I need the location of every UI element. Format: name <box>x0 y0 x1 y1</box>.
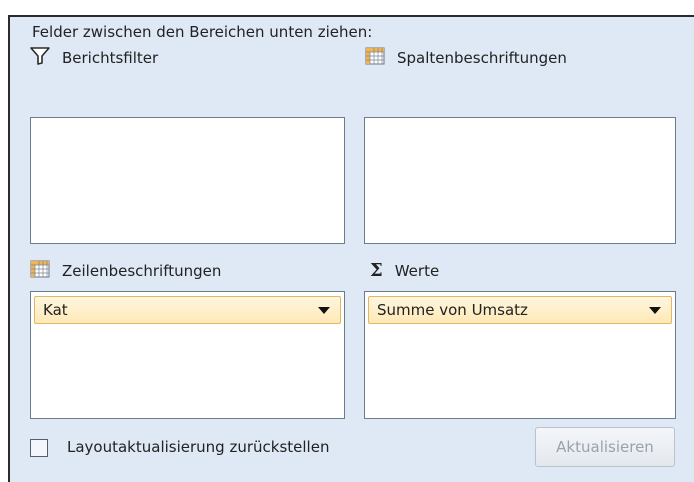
defer-update-label[interactable]: Layoutaktualisierung zurückstellen <box>67 438 329 456</box>
column-labels-header: Spaltenbeschriftungen <box>365 47 567 69</box>
column-labels-dropbox[interactable] <box>364 117 676 244</box>
filter-icon <box>30 47 50 69</box>
row-labels-header: Zeilenbeschriftungen <box>30 260 221 282</box>
table-grid-icon <box>365 47 385 69</box>
values-dropbox[interactable]: Summe von Umsatz <box>364 291 676 419</box>
defer-update-checkbox[interactable] <box>30 439 48 457</box>
sigma-icon: Σ <box>370 260 383 281</box>
column-labels-label: Spaltenbeschriftungen <box>397 49 567 67</box>
report-filter-dropbox[interactable] <box>30 117 345 244</box>
row-labels-label: Zeilenbeschriftungen <box>62 262 222 280</box>
report-filter-label: Berichtsfilter <box>62 49 159 67</box>
values-label: Werte <box>394 261 440 280</box>
instruction-text: Felder zwischen den Bereichen unten zieh… <box>32 23 373 41</box>
field-button-label: Summe von Umsatz <box>377 301 528 319</box>
field-button-sum-of-revenue[interactable]: Summe von Umsatz <box>368 296 672 324</box>
dropdown-arrow-icon[interactable] <box>318 306 330 314</box>
report-filter-header: Berichtsfilter <box>30 47 158 69</box>
dropdown-arrow-icon[interactable] <box>649 306 661 314</box>
field-button-kat[interactable]: Kat <box>34 296 341 324</box>
field-button-label: Kat <box>43 301 68 319</box>
values-header: Σ Werte <box>370 260 439 281</box>
update-button[interactable]: Aktualisieren <box>535 427 675 467</box>
pivot-field-areas-panel: Felder zwischen den Bereichen unten zieh… <box>8 15 694 482</box>
row-labels-dropbox[interactable]: Kat <box>30 291 345 419</box>
table-grid-icon <box>30 260 50 282</box>
